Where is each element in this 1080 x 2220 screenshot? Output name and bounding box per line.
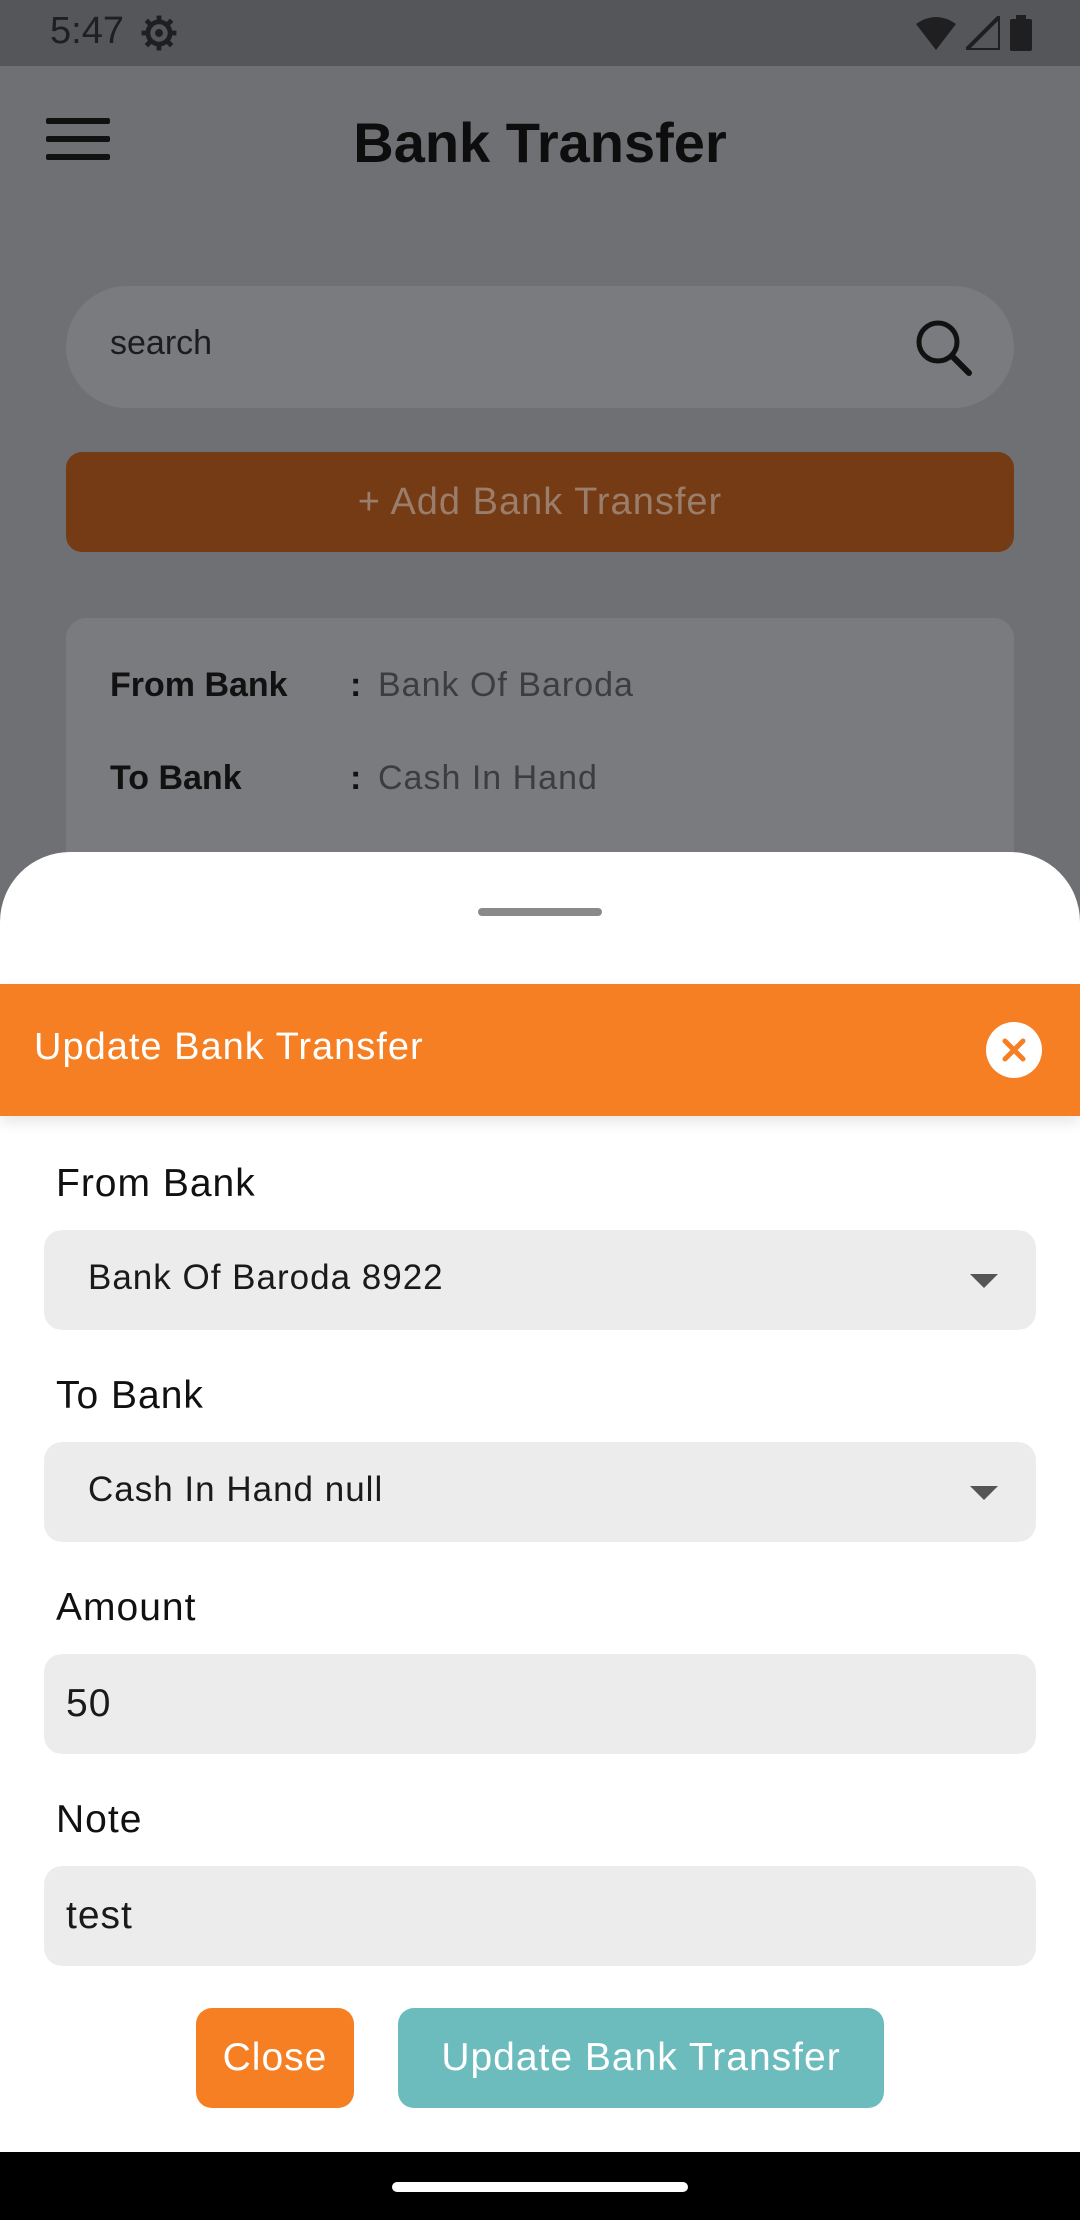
card-colon: : bbox=[350, 759, 362, 797]
from-bank-value: Bank Of Baroda 8922 bbox=[88, 1258, 444, 1297]
close-button[interactable]: Close bbox=[196, 2008, 354, 2108]
note-label: Note bbox=[56, 1798, 143, 1841]
amount-label: Amount bbox=[56, 1586, 197, 1629]
to-bank-value: Cash In Hand null bbox=[88, 1470, 384, 1509]
drag-handle[interactable] bbox=[478, 908, 602, 916]
dropdown-caret-icon[interactable] bbox=[970, 1274, 998, 1288]
amount-field[interactable]: 50 bbox=[44, 1654, 1036, 1754]
note-field[interactable]: test bbox=[44, 1866, 1036, 1966]
status-icons bbox=[916, 14, 1032, 52]
sheet-header: Update Bank Transfer bbox=[0, 984, 1080, 1116]
close-icon[interactable] bbox=[986, 1022, 1042, 1078]
to-bank-select[interactable]: Cash In Hand null bbox=[44, 1442, 1036, 1542]
status-bar: 5:47 bbox=[0, 0, 1080, 66]
status-time: 5:47 bbox=[50, 10, 124, 52]
add-bank-transfer-button[interactable]: + Add Bank Transfer bbox=[66, 452, 1014, 552]
gear-icon bbox=[141, 15, 177, 51]
card-row-from-bank: From Bank : Bank Of Baroda bbox=[110, 666, 634, 705]
card-label: To Bank bbox=[110, 759, 242, 797]
search-input[interactable]: search bbox=[110, 324, 212, 363]
signal-icon bbox=[966, 16, 1000, 50]
search-icon[interactable] bbox=[912, 316, 974, 378]
from-bank-select[interactable]: Bank Of Baroda 8922 bbox=[44, 1230, 1036, 1330]
note-input[interactable]: test bbox=[66, 1894, 133, 1938]
card-row-to-bank: To Bank : Cash In Hand bbox=[110, 759, 598, 798]
card-value: Cash In Hand bbox=[378, 759, 598, 797]
sheet-title: Update Bank Transfer bbox=[34, 1026, 424, 1068]
navigation-bar bbox=[0, 2152, 1080, 2220]
amount-input[interactable]: 50 bbox=[66, 1682, 111, 1726]
wifi-icon bbox=[916, 17, 956, 50]
from-bank-label: From Bank bbox=[56, 1162, 256, 1205]
battery-icon bbox=[1010, 15, 1032, 51]
page-title: Bank Transfer bbox=[353, 111, 727, 174]
card-colon: : bbox=[350, 666, 362, 704]
card-label: From Bank bbox=[110, 666, 288, 704]
home-gesture-bar[interactable] bbox=[392, 2182, 688, 2192]
card-value: Bank Of Baroda bbox=[378, 666, 634, 704]
search-bar[interactable]: search bbox=[66, 286, 1014, 408]
dropdown-caret-icon[interactable] bbox=[970, 1486, 998, 1500]
to-bank-label: To Bank bbox=[56, 1374, 204, 1417]
update-bank-transfer-button[interactable]: Update Bank Transfer bbox=[398, 2008, 884, 2108]
update-bank-transfer-sheet: Update Bank Transfer From Bank Bank Of B… bbox=[0, 852, 1080, 2152]
